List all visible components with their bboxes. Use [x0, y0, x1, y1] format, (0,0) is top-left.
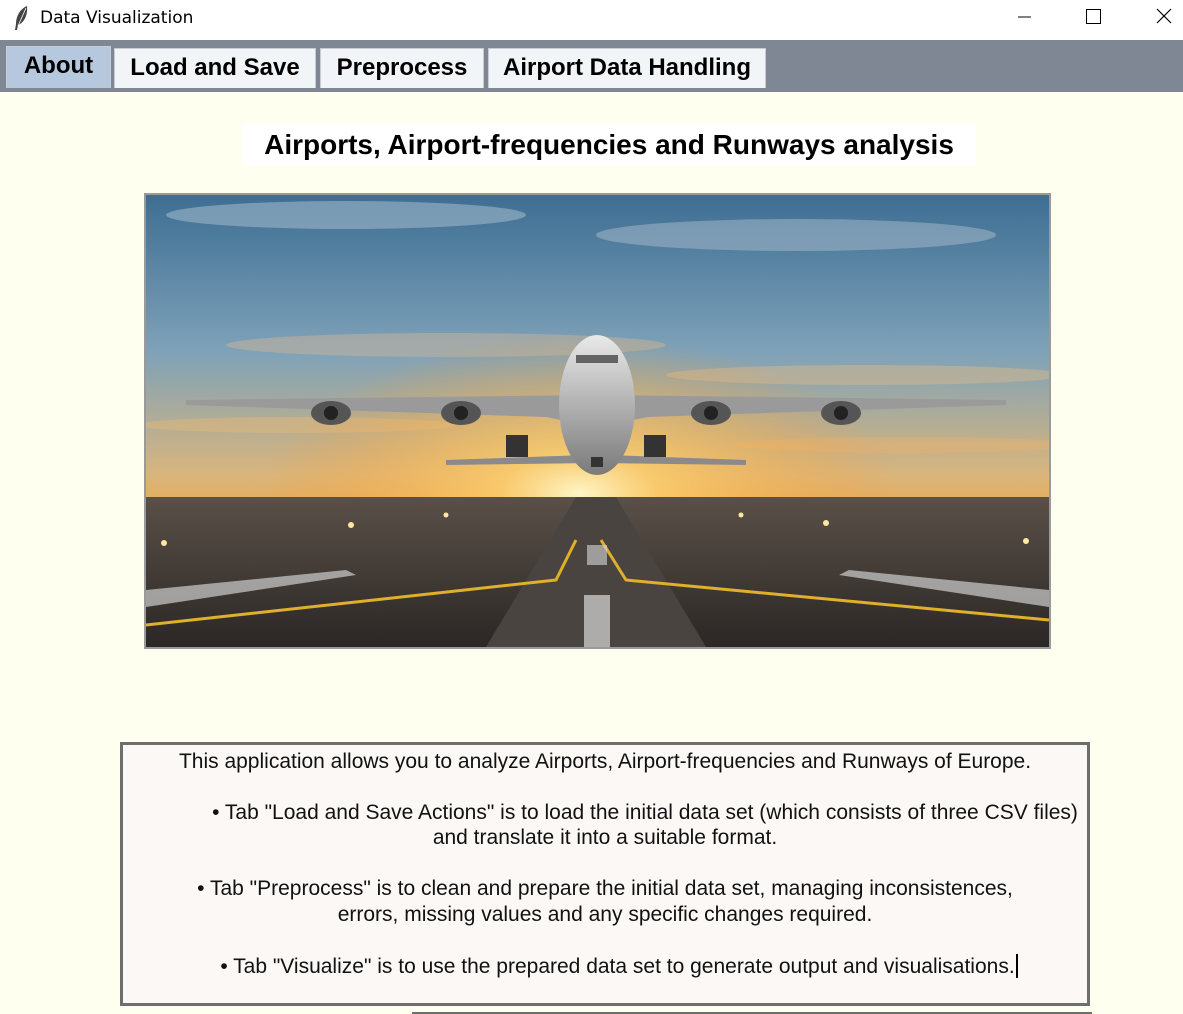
maximize-button[interactable]: [1058, 0, 1128, 36]
bullet-visualize-text: • Tab "Visualize" is to use the prepared…: [220, 955, 1015, 978]
page-title: Airports, Airport-frequencies and Runway…: [242, 124, 976, 166]
tab-preprocess[interactable]: Preprocess: [320, 48, 484, 88]
window-title: Data Visualization: [40, 8, 194, 28]
tab-airport-data-handling[interactable]: Airport Data Handling: [488, 48, 766, 88]
title-bar: Data Visualization: [0, 0, 1183, 38]
bullet-load-and-save-line2: and translate it into a suitable format.: [432, 826, 778, 849]
airplane-takeoff-illustration: [146, 195, 1049, 647]
description-intro: This application allows you to analyze A…: [178, 750, 1032, 773]
bullet-visualize: • Tab "Visualize" is to use the prepared…: [137, 954, 1101, 979]
bullet-preprocess-line2: errors, missing values and any specific …: [337, 903, 873, 926]
text-cursor: [1015, 954, 1018, 978]
about-panel: Airports, Airport-frequencies and Runway…: [0, 92, 1183, 1014]
close-button[interactable]: [1128, 0, 1183, 36]
bullet-load-and-save-line1: • Tab "Load and Save Actions" is to load…: [212, 801, 1078, 824]
airplane-image: [144, 193, 1051, 649]
description-textbox[interactable]: This application allows you to analyze A…: [120, 742, 1090, 1006]
tab-about[interactable]: About: [6, 46, 111, 88]
close-icon: [1156, 8, 1172, 24]
minimize-icon: [1018, 16, 1031, 18]
feather-icon: [12, 5, 32, 31]
maximize-icon: [1086, 9, 1101, 24]
tab-strip: About Load and Save Preprocess Airport D…: [0, 40, 1183, 92]
bullet-preprocess-line1: • Tab "Preprocess" is to clean and prepa…: [197, 877, 1013, 900]
minimize-button[interactable]: [990, 0, 1060, 36]
tab-load-and-save[interactable]: Load and Save: [114, 48, 316, 88]
